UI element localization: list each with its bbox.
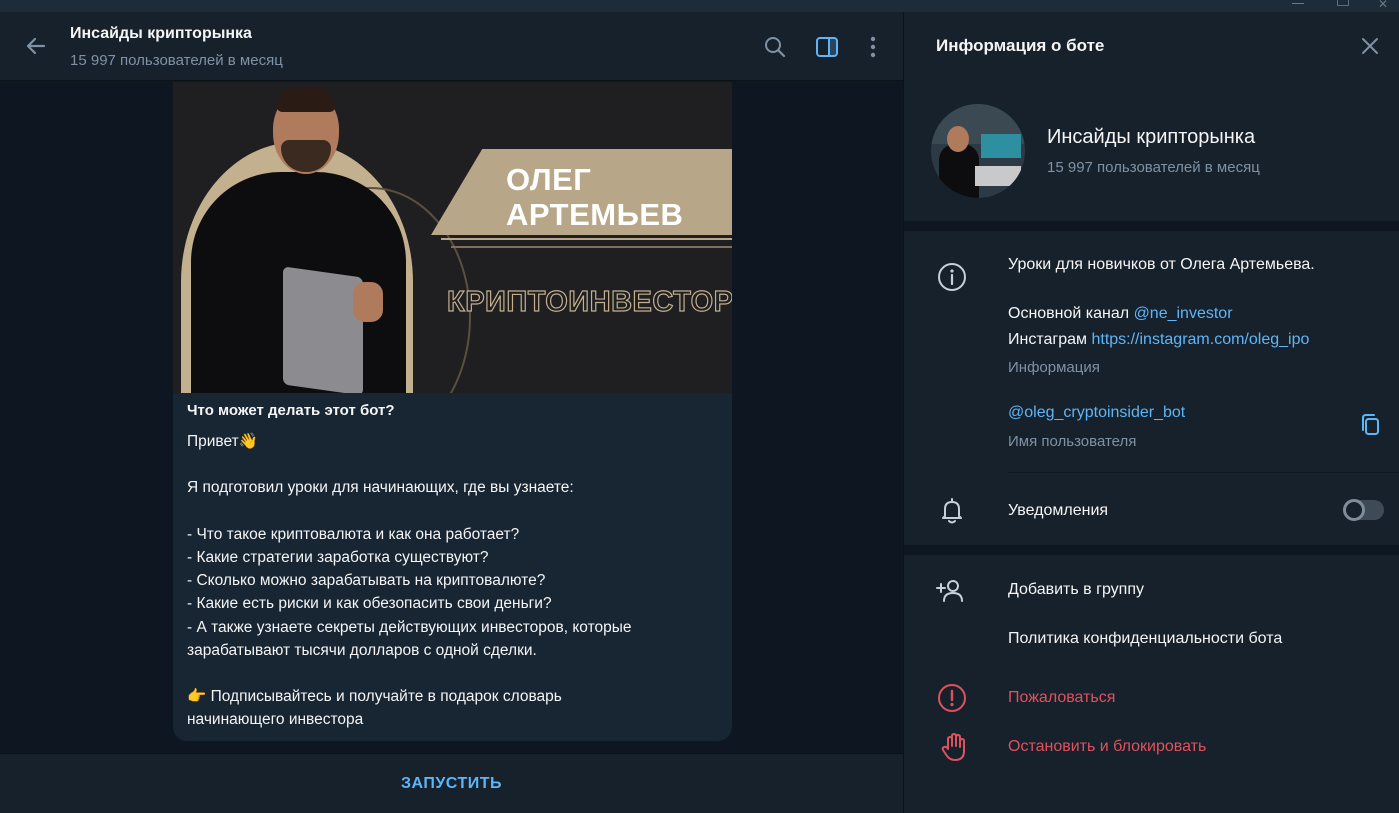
username-link[interactable]: @oleg_cryptoinsider_bot [1008, 404, 1185, 422]
channel-line: Основной канал @ne_investor [1008, 305, 1233, 323]
instagram-link[interactable]: https://instagram.com/oleg_ipo [1091, 331, 1309, 348]
add-to-group-button[interactable]: Добавить в группу [1008, 581, 1144, 599]
message-body: Привет👋 Я подготовил уроки для начинающи… [187, 433, 632, 729]
info-icon [938, 263, 966, 291]
window-close-button[interactable]: ✕ [1378, 0, 1390, 12]
notifications-toggle[interactable] [1343, 499, 1384, 521]
window-titlebar: ✕ [0, 0, 1399, 12]
add-user-icon [936, 580, 963, 602]
privacy-policy-link[interactable]: Политика конфиденциальности бота [1008, 630, 1282, 648]
panel-title: Информация о боте [936, 36, 1105, 55]
banner-name: ОЛЕГ АРТЕМЬЕВ [506, 162, 684, 232]
composer-bar: ЗАПУСТИТЬ [0, 753, 903, 813]
instagram-line: Инстаграм https://instagram.com/oleg_ipo [1008, 331, 1309, 349]
bot-banner-image: ОЛЕГ АРТЕМЬЕВ КРИПТОИНВЕСТОР [173, 82, 732, 393]
message-question: Что может делать этот бот? [187, 402, 395, 419]
chat-area: Инсайды крипторынка 15 997 пользователей… [0, 12, 903, 813]
instagram-prefix: Инстаграм [1008, 331, 1092, 348]
info-label: Информация [1008, 359, 1100, 376]
notifications-label: Уведомления [1008, 502, 1109, 519]
copy-icon[interactable] [1358, 412, 1384, 438]
bot-name: Инсайды крипторынка [1047, 126, 1256, 148]
report-icon [938, 684, 966, 712]
channel-link[interactable]: @ne_investor [1134, 305, 1233, 322]
start-bot-button[interactable]: ЗАПУСТИТЬ [0, 754, 903, 813]
stop-block-button[interactable]: Остановить и блокировать [1008, 738, 1206, 756]
section-divider [904, 221, 1399, 231]
side-panel-icon[interactable] [814, 34, 840, 60]
minimize-button[interactable] [1292, 2, 1304, 4]
maximize-button[interactable] [1337, 0, 1349, 6]
close-icon[interactable] [1358, 34, 1382, 58]
more-vertical-icon[interactable] [860, 34, 886, 60]
hand-stop-icon [941, 733, 965, 761]
channel-prefix: Основной канал [1008, 305, 1134, 322]
row-separator [1008, 472, 1399, 473]
back-arrow-icon[interactable] [22, 32, 50, 60]
banner-role: КРИПТОИНВЕСТОР [446, 285, 732, 318]
avatar[interactable] [931, 104, 1025, 198]
chat-subtitle: 15 997 пользователей в месяц [70, 52, 283, 69]
report-button[interactable]: Пожаловаться [1008, 689, 1115, 707]
bot-info-panel: Информация о боте Инсайды крипторынка 15… [903, 12, 1399, 813]
username-label: Имя пользователя [1008, 433, 1137, 450]
chat-header: Инсайды крипторынка 15 997 пользователей… [0, 12, 903, 81]
search-icon[interactable] [762, 34, 788, 60]
section-divider [904, 545, 1399, 555]
toggle-knob [1343, 499, 1365, 521]
chat-title[interactable]: Инсайды крипторынка [70, 25, 252, 43]
bell-icon [942, 498, 962, 524]
about-text: Уроки для новичков от Олега Артемьева. [1008, 256, 1315, 273]
bot-subtitle: 15 997 пользователей в месяц [1047, 159, 1260, 176]
bot-description-message: ОЛЕГ АРТЕМЬЕВ КРИПТОИНВЕСТОР Что может д… [173, 82, 732, 741]
